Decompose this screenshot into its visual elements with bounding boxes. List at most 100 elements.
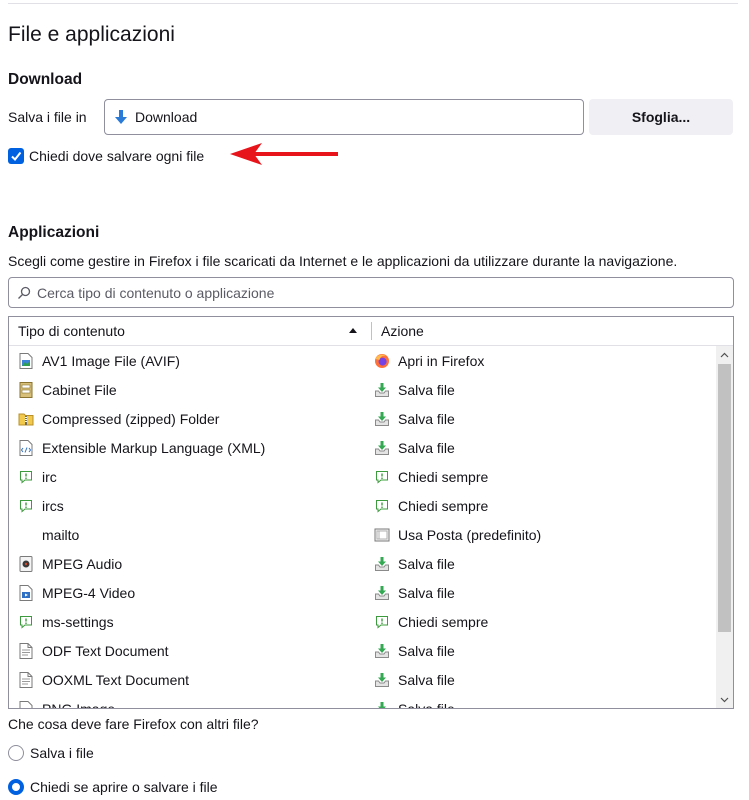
- column-header-action[interactable]: Azione: [372, 317, 424, 345]
- save-file-icon: [374, 701, 390, 708]
- document-icon: [18, 671, 34, 688]
- annotation-arrow-icon: [230, 143, 338, 165]
- action-cell[interactable]: Apri in Firefox: [372, 353, 484, 369]
- radio-save-files[interactable]: Salva i file: [8, 745, 94, 761]
- table-row[interactable]: ODF Text Document Salva file: [9, 636, 717, 665]
- content-type-cell: Compressed (zipped) Folder: [9, 411, 372, 427]
- applications-table: Tipo di contenuto Azione AV1 Image File …: [8, 316, 734, 709]
- table-rows: AV1 Image File (AVIF) Apri in Firefox Cabi…: [9, 346, 717, 709]
- section-title: File e applicazioni: [8, 23, 175, 46]
- download-folder-field[interactable]: Download: [104, 99, 584, 135]
- image-file-icon: [18, 352, 34, 369]
- ask-where-to-save-label: Chiedi dove salvare ogni file: [29, 148, 205, 164]
- table-header: Tipo di contenuto Azione: [9, 317, 733, 346]
- content-type-cell: ircs: [9, 498, 372, 514]
- radio-ask-open-or-save-button[interactable]: [8, 779, 24, 795]
- action-cell[interactable]: Chiedi sempre: [372, 614, 488, 630]
- action-cell[interactable]: Salva file: [372, 556, 455, 572]
- document-icon: [18, 642, 34, 659]
- ask-icon: [18, 614, 34, 630]
- content-type-label: ircs: [42, 497, 64, 514]
- content-type-cell: PNG Image: [9, 700, 372, 708]
- action-cell[interactable]: Salva file: [372, 411, 455, 427]
- table-scrollbar[interactable]: [716, 346, 733, 708]
- checkmark-icon: [11, 151, 22, 162]
- download-folder-name: Download: [135, 109, 198, 125]
- content-type-label: Cabinet File: [42, 381, 117, 398]
- other-files-question: Che cosa deve fare Firefox con altri fil…: [8, 716, 259, 732]
- column-header-content-type[interactable]: Tipo di contenuto: [9, 317, 371, 345]
- content-type-cell: AV1 Image File (AVIF): [9, 352, 372, 369]
- content-type-cell: OOXML Text Document: [9, 671, 372, 688]
- content-type-cell: ms-settings: [9, 614, 372, 630]
- browse-button[interactable]: Sfoglia...: [589, 99, 733, 135]
- video-file-icon: [18, 584, 34, 601]
- action-cell[interactable]: Salva file: [372, 440, 455, 456]
- content-type-cell: mailto: [9, 527, 372, 543]
- search-input[interactable]: [37, 284, 733, 301]
- content-type-label: Compressed (zipped) Folder: [42, 410, 220, 427]
- content-type-cell: Extensible Markup Language (XML): [9, 439, 372, 456]
- action-label: Salva file: [398, 555, 455, 572]
- column-header-action-label: Azione: [381, 323, 424, 339]
- table-row[interactable]: ms-settings Chiedi sempre: [9, 607, 717, 636]
- sort-ascending-icon: [349, 328, 357, 333]
- action-cell[interactable]: Chiedi sempre: [372, 469, 488, 485]
- action-label: Salva file: [398, 700, 455, 709]
- action-label: Salva file: [398, 584, 455, 601]
- table-row[interactable]: ircs Chiedi sempre: [9, 491, 717, 520]
- action-label: Salva file: [398, 439, 455, 456]
- column-header-content-type-label: Tipo di contenuto: [18, 323, 125, 339]
- action-label: Usa Posta (predefinito): [398, 526, 542, 543]
- ask-icon: [18, 498, 34, 514]
- table-row[interactable]: Cabinet File Salva file: [9, 375, 717, 404]
- action-label: Salva file: [398, 410, 455, 427]
- radio-ask-open-or-save[interactable]: Chiedi se aprire o salvare i file: [8, 779, 218, 795]
- scroll-thumb[interactable]: [718, 364, 731, 632]
- content-type-label: ODF Text Document: [42, 642, 169, 659]
- scroll-up-icon[interactable]: [716, 346, 733, 363]
- save-file-icon: [374, 440, 390, 456]
- ask-where-to-save-checkbox[interactable]: [8, 148, 24, 164]
- content-type-label: AV1 Image File (AVIF): [42, 352, 180, 369]
- scroll-down-icon[interactable]: [716, 691, 733, 708]
- content-type-label: mailto: [42, 526, 80, 543]
- action-label: Chiedi sempre: [398, 613, 489, 630]
- table-row[interactable]: MPEG-4 Video Salva file: [9, 578, 717, 607]
- download-heading: Download: [8, 71, 83, 88]
- table-row[interactable]: Extensible Markup Language (XML) Salva fi…: [9, 433, 717, 462]
- radio-save-files-button[interactable]: [8, 745, 24, 761]
- table-row[interactable]: OOXML Text Document Salva file: [9, 665, 717, 694]
- action-cell[interactable]: Chiedi sempre: [372, 498, 488, 514]
- action-cell[interactable]: Salva file: [372, 585, 455, 601]
- table-row[interactable]: PNG Image Salva file: [9, 694, 717, 709]
- table-row[interactable]: AV1 Image File (AVIF) Apri in Firefox: [9, 346, 717, 375]
- action-label: Salva file: [398, 381, 455, 398]
- save-file-icon: [374, 411, 390, 427]
- table-row[interactable]: MPEG Audio Salva file: [9, 549, 717, 578]
- ask-icon: [18, 469, 34, 485]
- content-type-cell: Cabinet File: [9, 381, 372, 398]
- ask-where-to-save-row[interactable]: Chiedi dove salvare ogni file: [8, 148, 204, 164]
- table-row[interactable]: irc Chiedi sempre: [9, 462, 717, 491]
- table-row[interactable]: Compressed (zipped) Folder Salva file: [9, 404, 717, 433]
- ask-icon: [374, 498, 390, 514]
- table-row[interactable]: mailto Usa Posta (predefinito): [9, 520, 717, 549]
- firefox-icon: [374, 353, 390, 369]
- action-cell[interactable]: Salva file: [372, 643, 455, 659]
- applications-heading: Applicazioni: [8, 224, 100, 241]
- download-arrow-icon: [113, 109, 129, 125]
- action-cell[interactable]: Usa Posta (predefinito): [372, 527, 541, 543]
- zip-folder-icon: [18, 411, 34, 427]
- mail-app-icon: [374, 527, 390, 543]
- action-cell[interactable]: Salva file: [372, 382, 455, 398]
- search-icon: [17, 286, 31, 300]
- content-type-label: Extensible Markup Language (XML): [42, 439, 266, 456]
- image-file-icon: [18, 700, 34, 708]
- content-type-label: MPEG Audio: [42, 555, 123, 572]
- content-type-search[interactable]: [8, 277, 734, 308]
- action-cell[interactable]: Salva file: [372, 700, 455, 709]
- top-divider: [8, 3, 738, 4]
- radio-ask-open-or-save-label: Chiedi se aprire o salvare i file: [30, 779, 218, 795]
- action-cell[interactable]: Salva file: [372, 672, 455, 688]
